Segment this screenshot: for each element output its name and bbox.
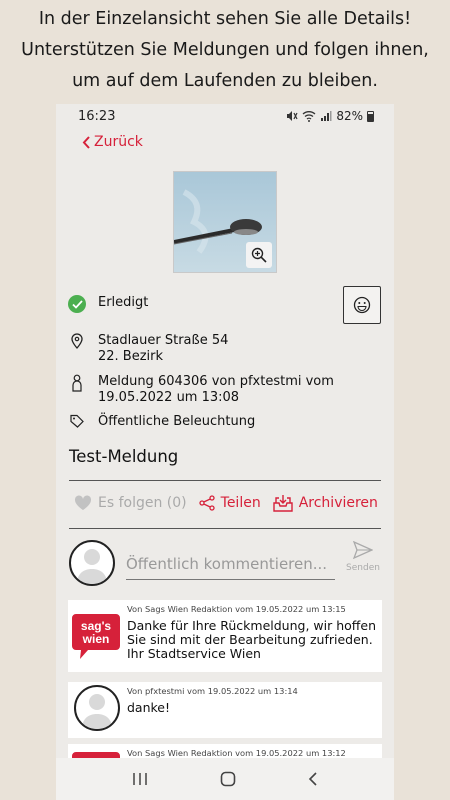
- report-title: Test-Meldung: [69, 447, 179, 466]
- person-silhouette-icon: [77, 549, 107, 584]
- status-text: Erledigt: [98, 295, 149, 310]
- commenter-avatar: [74, 685, 120, 731]
- address-row: Stadlauer Straße 54 22. Bezirk: [68, 333, 228, 365]
- category-text: Öffentliche Beleuchtung: [98, 414, 256, 429]
- promo-caption: In der Einzelansicht sehen Sie alle Deta…: [0, 4, 450, 97]
- signal-icon: [321, 111, 332, 121]
- status-bar: 16:23 82%: [56, 104, 394, 128]
- tag-icon: [68, 414, 86, 428]
- archive-button[interactable]: Archivieren: [273, 494, 378, 512]
- follow-label: Es folgen (0): [98, 495, 187, 511]
- wifi-icon: [302, 111, 316, 122]
- status-icons: 82%: [286, 109, 374, 123]
- recent-apps-icon[interactable]: [132, 772, 148, 786]
- action-bar: Es folgen (0) Teilen Archivieren: [74, 494, 378, 512]
- category-row: Öffentliche Beleuchtung: [68, 414, 255, 430]
- share-icon: [198, 495, 215, 511]
- caption-line-3: um auf dem Laufenden zu bleiben.: [72, 71, 378, 91]
- person-silhouette-icon: [82, 694, 112, 729]
- report-photo[interactable]: [173, 171, 277, 273]
- person-icon: [68, 374, 86, 392]
- address-street: Stadlauer Straße 54: [98, 333, 229, 348]
- home-icon[interactable]: [220, 771, 236, 787]
- send-button[interactable]: Senden: [344, 541, 382, 573]
- battery-icon: [367, 110, 374, 122]
- logo-text-top: sag's: [81, 619, 112, 633]
- caption-line-1: In der Einzelansicht sehen Sie alle Deta…: [38, 9, 412, 29]
- heart-icon: [74, 495, 92, 510]
- reporter-line-1: Meldung 604306 von pfxtestmi vom: [98, 374, 334, 389]
- chevron-left-icon: [82, 135, 90, 149]
- mute-icon: [287, 111, 298, 121]
- battery-percent: 82%: [336, 109, 363, 123]
- comment-meta: Von Sags Wien Redaktion vom 19.05.2022 u…: [127, 748, 346, 758]
- phone-screen: 16:23 82% Zurück Erledigt Stadlauer Stra…: [56, 104, 394, 800]
- follow-button[interactable]: Es folgen (0): [74, 495, 187, 511]
- android-nav-bar: [56, 758, 394, 800]
- comment-input[interactable]: Öffentlich kommentieren...: [126, 552, 335, 580]
- zoom-in-icon: [251, 247, 267, 263]
- sags-wien-logo: sag's wien: [72, 614, 120, 659]
- back-label: Zurück: [94, 134, 143, 150]
- comment-text: danke!: [127, 700, 171, 715]
- archive-label: Archivieren: [298, 495, 378, 511]
- comment-text: Danke für Ihre Rückmeldung, wir hoffen S…: [127, 618, 376, 661]
- share-label: Teilen: [220, 495, 261, 511]
- logo-text-bottom: wien: [82, 632, 110, 646]
- caption-line-2: Unterstützen Sie Meldungen und folgen ih…: [21, 40, 429, 60]
- location-pin-icon: [68, 333, 86, 349]
- comment-meta: Von pfxtestmi vom 19.05.2022 um 13:14: [127, 686, 298, 696]
- back-button[interactable]: Zurück: [82, 134, 143, 150]
- reporter-row: Meldung 604306 von pfxtestmi vom 19.05.2…: [68, 374, 334, 406]
- support-button[interactable]: [343, 286, 381, 324]
- comment-card: Von pfxtestmi vom 19.05.2022 um 13:14 da…: [68, 682, 382, 738]
- send-icon: [353, 541, 373, 559]
- comment-meta: Von Sags Wien Redaktion vom 19.05.2022 u…: [127, 604, 346, 614]
- comment-card: sag's wien Von Sags Wien Redaktion vom 1…: [68, 600, 382, 672]
- check-circle-icon: [68, 295, 86, 313]
- send-label: Senden: [346, 563, 380, 573]
- reporter-line-2: 19.05.2022 um 13:08: [98, 390, 240, 405]
- archive-icon: [273, 495, 293, 512]
- divider: [69, 480, 381, 481]
- status-row: Erledigt: [68, 295, 148, 313]
- divider: [69, 528, 381, 529]
- smiley-icon: [353, 296, 371, 314]
- share-button[interactable]: Teilen: [198, 495, 261, 511]
- user-avatar: [69, 540, 115, 586]
- status-time: 16:23: [78, 108, 116, 124]
- zoom-button[interactable]: [246, 242, 272, 268]
- address-district: 22. Bezirk: [98, 349, 164, 364]
- back-nav-icon[interactable]: [308, 771, 318, 787]
